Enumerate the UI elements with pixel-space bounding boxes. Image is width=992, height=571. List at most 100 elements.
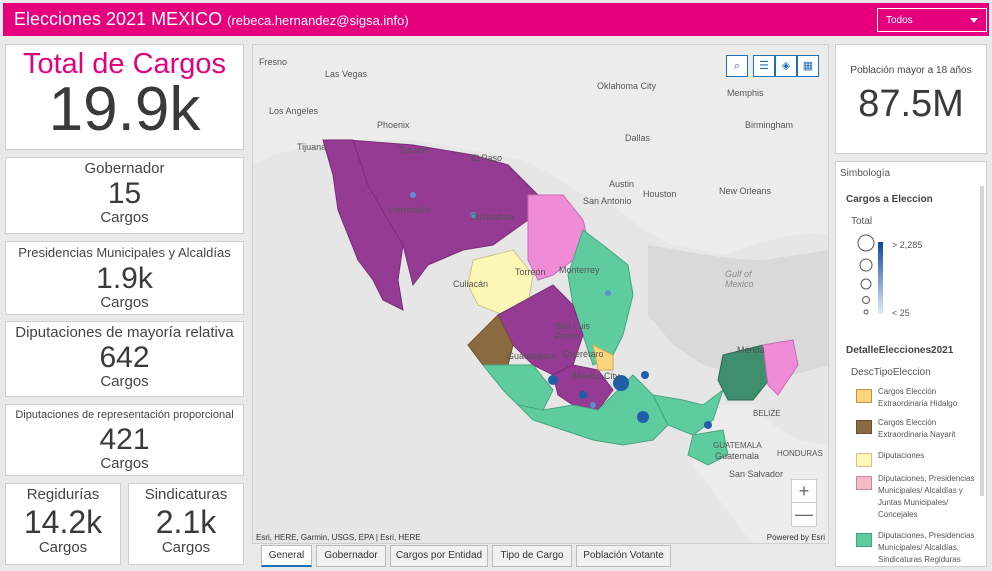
legend-max-label: > 2,285 [892, 240, 923, 250]
legend-swatch-dip-pres-juntas [856, 476, 872, 490]
map-label-las-vegas: Las Vegas [325, 69, 368, 79]
map-label-tijuana: Tijuana [297, 142, 327, 152]
diputaciones-rp-value: 421 [99, 423, 150, 456]
poblacion-label: Población mayor a 18 años [850, 65, 972, 76]
map-point-puebla[interactable] [590, 402, 596, 408]
map-label-merida: Mérida [737, 345, 765, 355]
legend-list-icon[interactable]: ☰ [753, 55, 775, 77]
map-label-san-salvador: San Salvador [729, 469, 784, 479]
map-label-guatemala-country: GUATEMALA [713, 441, 762, 450]
map-label-torreon: Torreón [515, 267, 546, 277]
powered-by-esri[interactable]: Powered by Esri [767, 533, 825, 542]
filter-dropdown-value: Todos [886, 15, 913, 26]
legend-circle-5 [863, 309, 869, 315]
regidurias-value: 14.2k [23, 504, 103, 540]
map-label-gulf: Gulf of Mexico [725, 269, 754, 289]
legend-item-label: Cargos Elección Extraordinaria Nayarit [878, 418, 956, 439]
tab-poblacion-votante[interactable]: Población Votante [576, 545, 671, 567]
legend-swatch-nayarit [856, 420, 872, 434]
user-email: (rebeca.hernandez@sigsa.info) [227, 13, 409, 28]
tab-cargos-por-entidad[interactable]: Cargos por Entidad [390, 545, 488, 567]
diputaciones-mr-card: Diputaciones de mayoría relativa 642 Car… [5, 321, 244, 397]
legend-total-label: Total [851, 216, 873, 227]
presidencias-label: Presidencias Municipales y Alcaldías [18, 245, 231, 260]
tab-general[interactable]: General [261, 545, 312, 567]
map-label-dallas: Dallas [625, 133, 651, 143]
poblacion-value: 87.5M [858, 83, 964, 125]
total-cargos-card: Total de Cargos 19.9k [5, 44, 244, 150]
map-point-guerrero[interactable] [579, 391, 587, 399]
legend-color-ramp [878, 242, 883, 314]
app-title: Elecciones 2021 MEXICO (rebeca.hernandez… [14, 9, 409, 30]
filter-dropdown[interactable]: Todos [877, 8, 987, 32]
legend-panel[interactable]: Simbología Cargos a Eleccion Total > 2,2… [835, 161, 987, 567]
tab-tipo-de-cargo[interactable]: Tipo de Cargo [492, 545, 572, 567]
legend-item-label: Cargos Elección Extraordinaria Hidalgo [878, 387, 958, 408]
diputaciones-mr-unit: Cargos [100, 373, 149, 390]
legend-circle-2 [859, 258, 873, 272]
legend-item-label: Diputaciones, Presidencias Municipales/ … [878, 531, 975, 564]
map-label-phoenix: Phoenix [377, 120, 410, 130]
map-label-monterrey: Monterrey [559, 265, 600, 275]
zoom-controls: + — [791, 479, 817, 527]
zoom-out-button[interactable]: — [792, 503, 816, 526]
sindicaturas-label: Sindicaturas [144, 486, 228, 503]
map-point-michoacan[interactable] [548, 375, 558, 385]
legend-layer-cargos: Cargos a Eleccion [846, 194, 933, 205]
zoom-in-button[interactable]: + [792, 480, 816, 503]
legend-title: Simbología [840, 168, 891, 179]
gobernador-unit: Cargos [100, 209, 149, 226]
header-bar: Elecciones 2021 MEXICO (rebeca.hernandez… [3, 3, 989, 36]
map-label-birmingham: Birmingham [745, 120, 794, 130]
app-title-text: Elecciones 2021 MEXICO [14, 9, 223, 29]
poblacion-card: Población mayor a 18 años 87.5M [835, 44, 987, 154]
gobernador-card: Gobernador 15 Cargos [5, 157, 244, 234]
map-label-hermosillo: Hermosillo [389, 205, 432, 215]
map-label-belize: BELIZE [753, 409, 781, 418]
map-point-veracruz[interactable] [641, 371, 649, 379]
map-label-tucson: Tucson [399, 145, 429, 155]
map-label-austin: Austin [609, 179, 635, 189]
map-attribution[interactable]: Esri, HERE, Garmin, USGS, EPA | Esri, HE… [256, 533, 421, 542]
map-label-chihuahua: Chihuahua [470, 212, 514, 222]
map-label-new-orleans: New Orleans [719, 186, 772, 196]
map-label-mexico-city: Mexico City [573, 371, 620, 381]
layers-icon[interactable]: ◈ [775, 55, 797, 77]
legend-layer-detalle: DetalleElecciones2021 [846, 345, 954, 356]
total-cargos-value: 19.9k [48, 75, 201, 144]
map-label-queretaro: Querétaro [563, 349, 604, 359]
diputaciones-rp-card: Diputaciones de representación proporcio… [5, 404, 244, 476]
map-label-honduras: HONDURAS [777, 449, 823, 458]
map-label-el-paso: El Paso [471, 153, 503, 163]
map-point-tamaulipas[interactable] [605, 290, 611, 296]
map-view[interactable]: Fresno Las Vegas Oklahoma City Memphis L… [252, 44, 829, 544]
map-label-oklahoma-city: Oklahoma City [597, 81, 657, 91]
presidencias-unit: Cargos [100, 294, 149, 311]
map-label-fresno: Fresno [259, 57, 288, 67]
qr-code-icon[interactable]: ▦ [797, 55, 819, 77]
presidencias-value: 1.9k [96, 262, 153, 295]
gobernador-value: 15 [107, 177, 142, 210]
legend-circle-3 [860, 278, 872, 290]
diputaciones-rp-label: Diputaciones de representación proporcio… [15, 409, 234, 421]
diputaciones-rp-unit: Cargos [100, 455, 149, 472]
map-label-los-angeles: Los Angeles [269, 106, 319, 116]
legend-item-label: Diputaciones [878, 451, 925, 460]
regidurias-unit: Cargos [38, 539, 88, 556]
map-label-guadalajara: Guadalajara [507, 351, 557, 361]
regidurias-card: Regidurías 14.2k Cargos [5, 483, 121, 565]
legend-min-label: < 25 [892, 308, 910, 318]
diputaciones-mr-label: Diputaciones de mayoría relativa [15, 324, 234, 341]
map-label-memphis: Memphis [727, 88, 764, 98]
gobernador-label: Gobernador [84, 160, 165, 177]
map-label-culiacan: Culiacán [453, 279, 489, 289]
search-icon[interactable]: ⌕ [726, 55, 748, 77]
map-label-san-antonio: San Antonio [583, 196, 632, 206]
map-point-chiapas[interactable] [704, 421, 712, 429]
map-point-sonora[interactable] [410, 192, 416, 198]
regidurias-label: Regidurías [26, 486, 100, 503]
map-point-oaxaca[interactable] [637, 411, 649, 423]
tab-gobernador[interactable]: Gobernador [316, 545, 386, 567]
map-label-houston: Houston [643, 189, 677, 199]
sindicaturas-card: Sindicaturas 2.1k Cargos [128, 483, 244, 565]
